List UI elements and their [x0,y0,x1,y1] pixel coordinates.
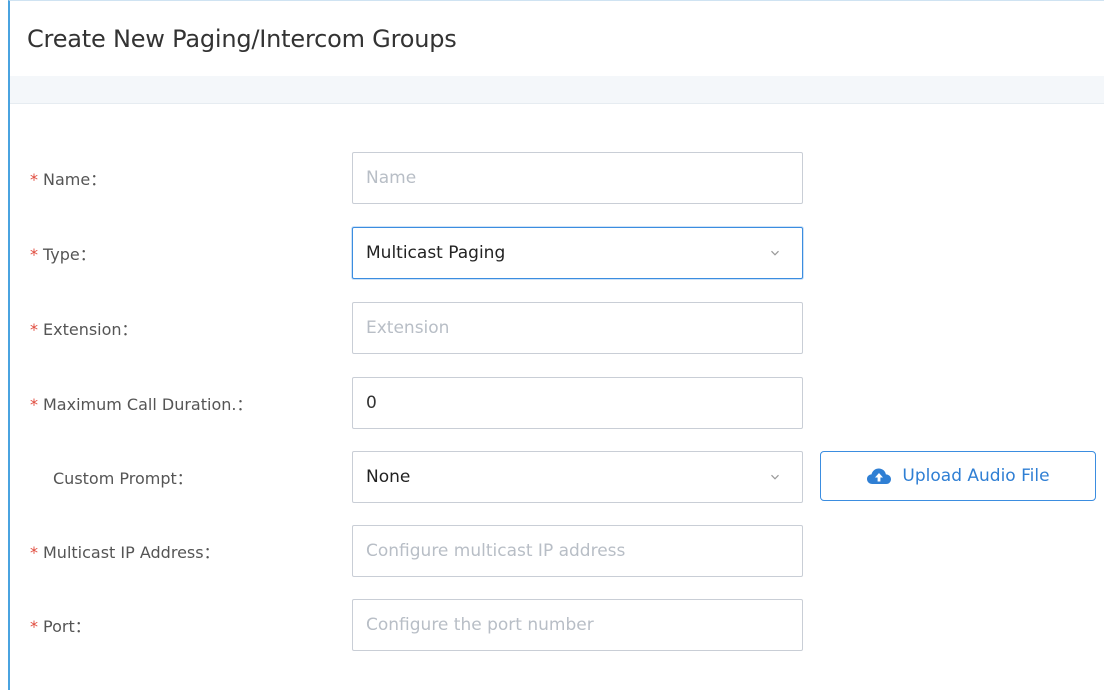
extension-label: * Extension： [30,320,138,339]
upload-audio-file-label: Upload Audio File [902,466,1050,486]
multicast-ip-field[interactable] [352,525,803,577]
custom-prompt-select-value: None [366,467,411,487]
name-row: * Name： [10,152,1104,204]
chevron-down-icon [771,250,779,256]
extension-row: * Extension： [10,302,1104,354]
port-field[interactable] [352,599,803,651]
multicast-ip-row: * Multicast IP Address： [10,525,1104,577]
max-call-duration-row: * Maximum Call Duration.： [10,377,1104,429]
required-mark: * [30,395,38,414]
extension-field[interactable] [352,302,803,354]
type-select-value: Multicast Paging [366,243,506,263]
name-input[interactable] [366,153,802,203]
required-mark: * [30,170,38,189]
required-mark: * [30,245,38,264]
custom-prompt-select[interactable]: None [352,451,803,503]
required-mark: * [30,543,38,562]
header-divider-band [10,76,1104,104]
port-input[interactable] [366,600,802,650]
create-paging-intercom-panel: Create New Paging/Intercom Groups * Name：… [8,0,1104,690]
multicast-ip-input[interactable] [366,526,802,576]
required-mark: * [30,320,38,339]
page-title: Create New Paging/Intercom Groups [27,25,457,53]
max-call-duration-field[interactable] [352,377,803,429]
type-select[interactable]: Multicast Paging [352,227,803,279]
port-row: * Port： [10,599,1104,651]
name-field[interactable] [352,152,803,204]
type-label: * Type： [30,245,96,264]
custom-prompt-row: Custom Prompt： None Upload Audio File [10,451,1104,503]
upload-audio-file-button[interactable]: Upload Audio File [820,451,1096,501]
name-label: * Name： [30,170,107,189]
required-mark: * [30,617,38,636]
max-call-duration-input[interactable] [366,378,802,428]
extension-input[interactable] [366,303,802,353]
custom-prompt-label: Custom Prompt： [53,469,193,488]
cloud-upload-icon [867,468,892,484]
max-call-duration-label: * Maximum Call Duration.： [30,395,253,414]
chevron-down-icon [771,474,779,480]
type-row: * Type： Multicast Paging [10,227,1104,279]
multicast-ip-label: * Multicast IP Address： [30,543,220,562]
panel-header: Create New Paging/Intercom Groups [10,1,1104,76]
port-label: * Port： [30,617,91,636]
